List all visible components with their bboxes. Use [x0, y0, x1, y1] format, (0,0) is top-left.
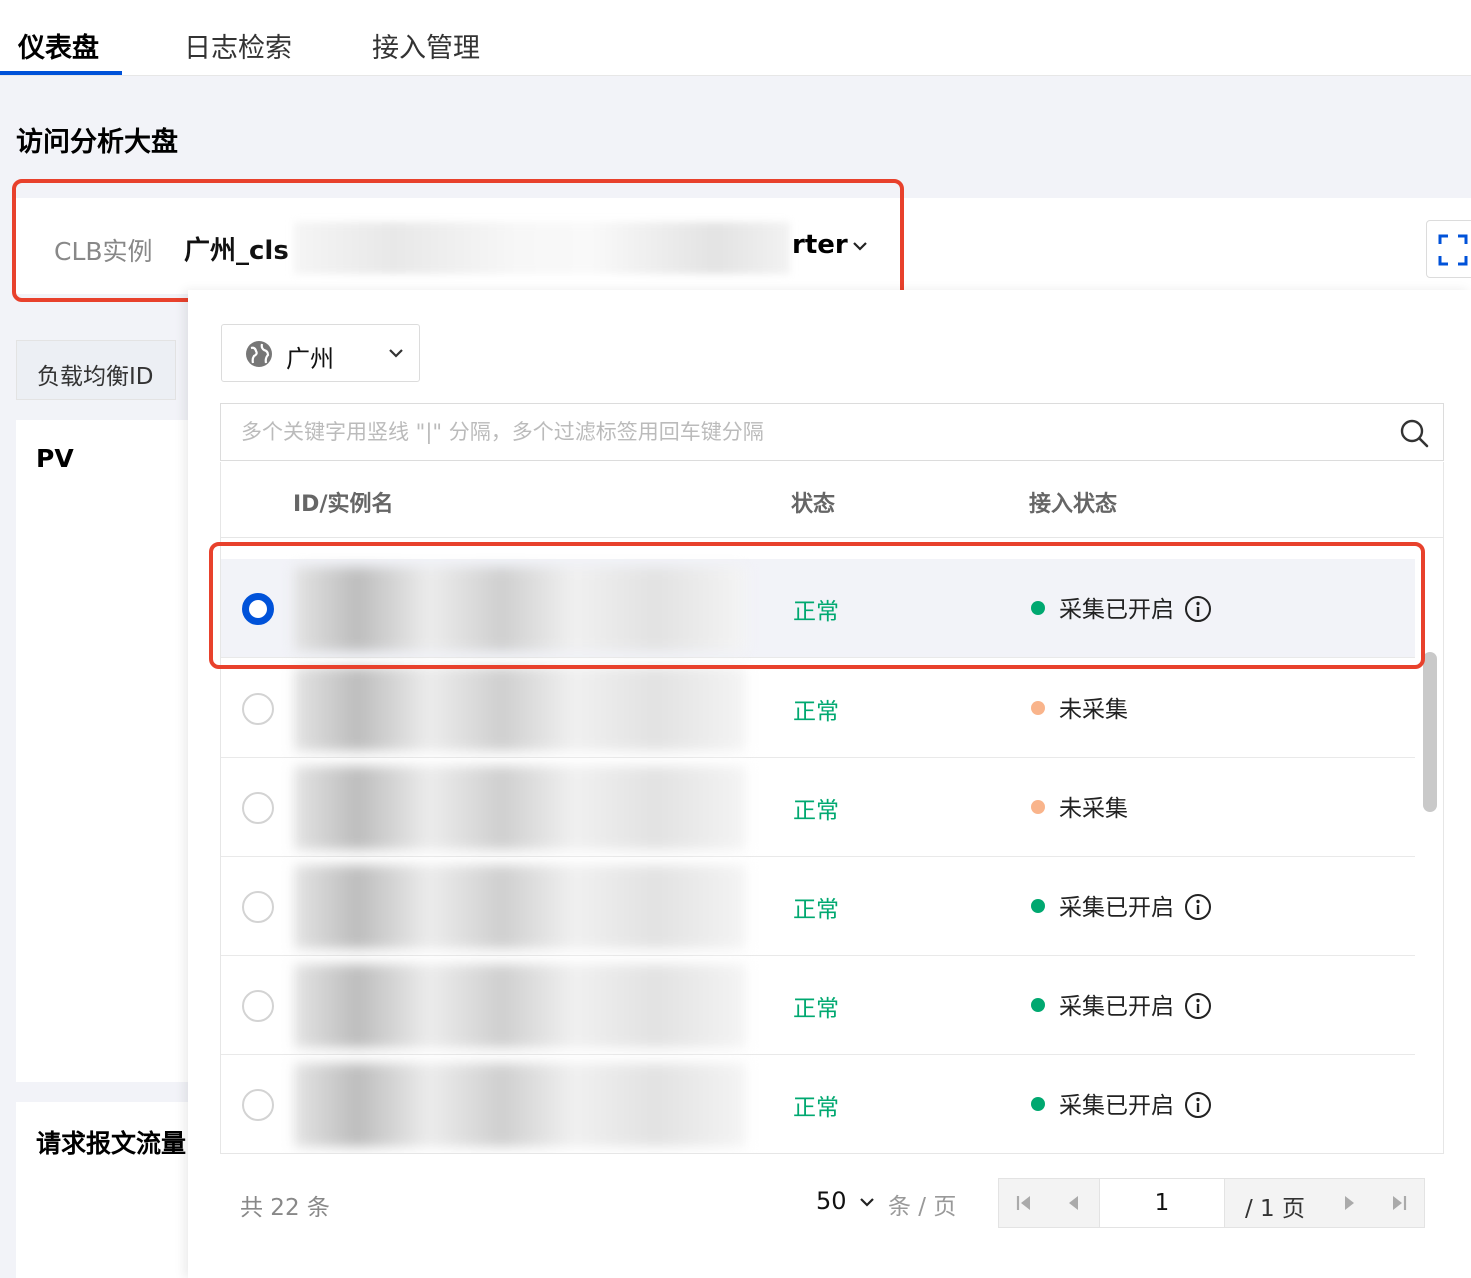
row-radio[interactable]: [242, 693, 274, 725]
ingest-status: 采集已开启: [1031, 987, 1212, 1021]
search-box: [220, 403, 1444, 461]
status-text: 正常: [793, 798, 839, 824]
status-dot: [1031, 899, 1045, 913]
fullscreen-button[interactable]: [1426, 220, 1471, 278]
chevron-down-icon[interactable]: [858, 1193, 876, 1211]
ingest-status-text: 未采集: [1059, 796, 1128, 822]
next-page-icon[interactable]: [1325, 1179, 1375, 1227]
highlight-frame-clb: [12, 179, 904, 302]
first-page-icon[interactable]: [999, 1179, 1049, 1227]
table-row[interactable]: 正常 采集已开启: [221, 956, 1415, 1055]
table-header: ID/实例名 状态 接入状态: [221, 462, 1443, 538]
ingest-status: 采集已开启: [1031, 1086, 1212, 1120]
column-header-id: ID/实例名: [293, 492, 394, 517]
redacted-instance-id: [294, 865, 746, 949]
redacted-instance-id: [294, 667, 746, 751]
ingest-status-text: 未采集: [1059, 697, 1128, 723]
ingest-status: 未采集: [1031, 789, 1128, 823]
column-header-status: 状态: [791, 492, 836, 517]
table-row[interactable]: 正常 未采集: [221, 659, 1415, 758]
search-input[interactable]: [221, 404, 1391, 460]
ingest-status-text: 采集已开启: [1059, 1093, 1174, 1119]
status-text: 正常: [793, 699, 839, 725]
row-radio[interactable]: [242, 1089, 274, 1121]
total-count: 共 22 条: [240, 1195, 330, 1221]
pv-card: [16, 420, 196, 1082]
tab-log-search[interactable]: 日志检索: [184, 26, 292, 65]
region-select[interactable]: 广州: [221, 324, 420, 382]
table-row[interactable]: 正常 采集已开启: [221, 1055, 1415, 1153]
info-icon[interactable]: [1184, 1091, 1212, 1119]
prev-page-icon[interactable]: [1049, 1179, 1099, 1227]
scrollbar-thumb[interactable]: [1423, 652, 1437, 812]
highlight-frame-selected-row: [209, 542, 1425, 669]
row-radio[interactable]: [242, 891, 274, 923]
tab-ingest-management[interactable]: 接入管理: [372, 26, 480, 65]
status-text: 正常: [793, 897, 839, 923]
page-size-select[interactable]: 50: [816, 1187, 847, 1215]
status-text: 正常: [793, 996, 839, 1022]
table-row[interactable]: 正常 未采集: [221, 758, 1415, 857]
table-row[interactable]: 正常 采集已开启: [221, 857, 1415, 956]
fullscreen-icon: [1438, 234, 1468, 266]
info-icon[interactable]: [1184, 992, 1212, 1020]
status-dot: [1031, 701, 1045, 715]
status-dot: [1031, 1097, 1045, 1111]
redacted-instance-id: [294, 766, 746, 850]
region-select-value: 广州: [286, 345, 334, 373]
ingest-status: 未采集: [1031, 690, 1128, 724]
request-traffic-card-title: 请求报文流量: [36, 1129, 186, 1158]
per-page-label: 条 / 页: [888, 1194, 957, 1220]
ingest-status-text: 采集已开启: [1059, 895, 1174, 921]
redacted-instance-id: [294, 1063, 746, 1147]
chevron-down-icon: [389, 349, 403, 358]
status-dot: [1031, 998, 1045, 1012]
info-icon[interactable]: [1184, 893, 1212, 921]
ingest-status: 采集已开启: [1031, 888, 1212, 922]
redacted-instance-id: [294, 964, 746, 1048]
tab-dashboard[interactable]: 仪表盘: [18, 26, 99, 65]
page-number-input[interactable]: [1099, 1179, 1225, 1227]
column-header-ingest-status: 接入状态: [1029, 492, 1118, 517]
globe-icon: [246, 341, 272, 367]
ingest-status-text: 采集已开启: [1059, 994, 1174, 1020]
search-icon[interactable]: [1399, 418, 1429, 448]
active-tab-indicator: [0, 71, 122, 75]
last-page-icon[interactable]: [1375, 1179, 1425, 1227]
page-total-label: / 1 页: [1245, 1196, 1306, 1222]
row-radio[interactable]: [242, 990, 274, 1022]
page-title: 访问分析大盘: [16, 127, 178, 158]
status-text: 正常: [793, 1095, 839, 1121]
row-radio[interactable]: [242, 792, 274, 824]
filter-tab-lb-id[interactable]: 负载均衡ID: [16, 340, 176, 400]
status-dot: [1031, 800, 1045, 814]
pager: / 1 页: [998, 1178, 1425, 1228]
top-tab-bar: 仪表盘 日志检索 接入管理: [0, 0, 1471, 76]
pv-card-title: PV: [36, 444, 74, 473]
